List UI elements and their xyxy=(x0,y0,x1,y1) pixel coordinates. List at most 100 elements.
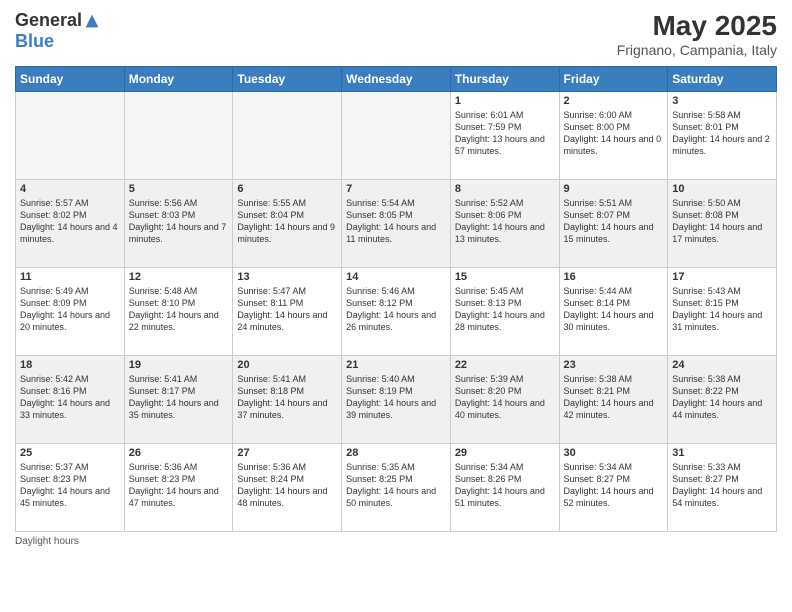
day-number: 16 xyxy=(564,271,664,283)
day-number: 22 xyxy=(455,359,555,371)
day-info: Sunrise: 5:34 AM Sunset: 8:27 PM Dayligh… xyxy=(564,461,664,510)
calendar-cell: 29Sunrise: 5:34 AM Sunset: 8:26 PM Dayli… xyxy=(450,444,559,532)
calendar-cell: 6 Sunrise: 5:55 AM Sunset: 8:04 PM Daylig… xyxy=(233,180,342,268)
day-number: 24 xyxy=(672,359,772,371)
day-info: Sunrise: 5:36 AM Sunset: 8:23 PM Dayligh… xyxy=(129,461,229,510)
col-friday: Friday xyxy=(559,67,668,92)
calendar-cell: 8 Sunrise: 5:52 AM Sunset: 8:06 PM Daylig… xyxy=(450,180,559,268)
day-info: Sunrise: 5:51 AM Sunset: 8:07 PM Dayligh… xyxy=(564,197,664,246)
day-number: 1 xyxy=(455,95,555,107)
calendar-cell xyxy=(124,92,233,180)
calendar-cell: 27 Sunrise: 5:36 AM Sunset: 8:24 PM Dayli… xyxy=(233,444,342,532)
day-info: Sunrise: 5:36 AM Sunset: 8:24 PM Dayligh… xyxy=(237,461,337,510)
day-info: Sunrise: 5:46 AM Sunset: 8:12 PM Dayligh… xyxy=(346,285,446,334)
day-info: Sunrise: 6:01 AM Sunset: 7:59 PM Dayligh… xyxy=(455,109,555,158)
calendar-week-row: 18Sunrise: 5:42 AM Sunset: 8:16 PM Dayli… xyxy=(16,356,777,444)
calendar-body: 1 Sunrise: 6:01 AM Sunset: 7:59 PM Daylig… xyxy=(16,92,777,532)
calendar-cell: 30 Sunrise: 5:34 AM Sunset: 8:27 PM Dayli… xyxy=(559,444,668,532)
day-number: 13 xyxy=(237,271,337,283)
calendar-week-row: 25 Sunrise: 5:37 AM Sunset: 8:23 PM Dayli… xyxy=(16,444,777,532)
col-tuesday: Tuesday xyxy=(233,67,342,92)
calendar-week-row: 4 Sunrise: 5:57 AM Sunset: 8:02 PM Daylig… xyxy=(16,180,777,268)
day-info: Sunrise: 5:45 AM Sunset: 8:13 PM Dayligh… xyxy=(455,285,555,334)
col-sunday: Sunday xyxy=(16,67,125,92)
day-info: Sunrise: 5:52 AM Sunset: 8:06 PM Dayligh… xyxy=(455,197,555,246)
day-info: Sunrise: 5:33 AM Sunset: 8:27 PM Dayligh… xyxy=(672,461,772,510)
page: General Blue May 2025 Frignano, Campania… xyxy=(0,0,792,612)
day-number: 8 xyxy=(455,183,555,195)
calendar-cell: 1 Sunrise: 6:01 AM Sunset: 7:59 PM Daylig… xyxy=(450,92,559,180)
col-saturday: Saturday xyxy=(668,67,777,92)
calendar-cell: 25 Sunrise: 5:37 AM Sunset: 8:23 PM Dayli… xyxy=(16,444,125,532)
day-number: 19 xyxy=(129,359,229,371)
calendar-cell: 12Sunrise: 5:48 AM Sunset: 8:10 PM Dayli… xyxy=(124,268,233,356)
calendar-cell: 4 Sunrise: 5:57 AM Sunset: 8:02 PM Daylig… xyxy=(16,180,125,268)
footer-note: Daylight hours xyxy=(15,536,777,547)
day-number: 30 xyxy=(564,447,664,459)
calendar-table: Sunday Monday Tuesday Wednesday Thursday… xyxy=(15,66,777,532)
day-info: Sunrise: 5:34 AM Sunset: 8:26 PM Dayligh… xyxy=(455,461,555,510)
day-number: 28 xyxy=(346,447,446,459)
day-info: Sunrise: 6:00 AM Sunset: 8:00 PM Dayligh… xyxy=(564,109,664,158)
day-info: Sunrise: 5:50 AM Sunset: 8:08 PM Dayligh… xyxy=(672,197,772,246)
calendar-cell: 17Sunrise: 5:43 AM Sunset: 8:15 PM Dayli… xyxy=(668,268,777,356)
day-number: 21 xyxy=(346,359,446,371)
day-number: 14 xyxy=(346,271,446,283)
calendar-week-row: 11Sunrise: 5:49 AM Sunset: 8:09 PM Dayli… xyxy=(16,268,777,356)
month-title: May 2025 xyxy=(617,10,777,42)
day-info: Sunrise: 5:38 AM Sunset: 8:21 PM Dayligh… xyxy=(564,373,664,422)
logo: General Blue xyxy=(15,10,100,52)
calendar-cell: 9 Sunrise: 5:51 AM Sunset: 8:07 PM Daylig… xyxy=(559,180,668,268)
day-number: 6 xyxy=(237,183,337,195)
day-info: Sunrise: 5:40 AM Sunset: 8:19 PM Dayligh… xyxy=(346,373,446,422)
calendar-cell: 14 Sunrise: 5:46 AM Sunset: 8:12 PM Dayli… xyxy=(342,268,451,356)
calendar-cell: 19 Sunrise: 5:41 AM Sunset: 8:17 PM Dayli… xyxy=(124,356,233,444)
calendar-cell: 31Sunrise: 5:33 AM Sunset: 8:27 PM Dayli… xyxy=(668,444,777,532)
day-info: Sunrise: 5:55 AM Sunset: 8:04 PM Dayligh… xyxy=(237,197,337,246)
calendar-cell: 24Sunrise: 5:38 AM Sunset: 8:22 PM Dayli… xyxy=(668,356,777,444)
day-info: Sunrise: 5:57 AM Sunset: 8:02 PM Dayligh… xyxy=(20,197,120,246)
calendar-cell: 21 Sunrise: 5:40 AM Sunset: 8:19 PM Dayli… xyxy=(342,356,451,444)
day-info: Sunrise: 5:47 AM Sunset: 8:11 PM Dayligh… xyxy=(237,285,337,334)
header: General Blue May 2025 Frignano, Campania… xyxy=(15,10,777,58)
calendar-cell: 13 Sunrise: 5:47 AM Sunset: 8:11 PM Dayli… xyxy=(233,268,342,356)
day-number: 4 xyxy=(20,183,120,195)
calendar-header-row: Sunday Monday Tuesday Wednesday Thursday… xyxy=(16,67,777,92)
day-number: 18 xyxy=(20,359,120,371)
calendar-cell: 10 Sunrise: 5:50 AM Sunset: 8:08 PM Dayli… xyxy=(668,180,777,268)
day-number: 26 xyxy=(129,447,229,459)
day-info: Sunrise: 5:37 AM Sunset: 8:23 PM Dayligh… xyxy=(20,461,120,510)
day-info: Sunrise: 5:39 AM Sunset: 8:20 PM Dayligh… xyxy=(455,373,555,422)
calendar-cell: 5Sunrise: 5:56 AM Sunset: 8:03 PM Daylig… xyxy=(124,180,233,268)
logo-icon xyxy=(84,13,100,29)
day-number: 25 xyxy=(20,447,120,459)
title-block: May 2025 Frignano, Campania, Italy xyxy=(617,10,777,58)
col-thursday: Thursday xyxy=(450,67,559,92)
day-info: Sunrise: 5:44 AM Sunset: 8:14 PM Dayligh… xyxy=(564,285,664,334)
day-number: 11 xyxy=(20,271,120,283)
location: Frignano, Campania, Italy xyxy=(617,42,777,58)
day-number: 27 xyxy=(237,447,337,459)
calendar-week-row: 1 Sunrise: 6:01 AM Sunset: 7:59 PM Daylig… xyxy=(16,92,777,180)
day-info: Sunrise: 5:58 AM Sunset: 8:01 PM Dayligh… xyxy=(672,109,772,158)
day-number: 5 xyxy=(129,183,229,195)
day-number: 7 xyxy=(346,183,446,195)
calendar-cell: 16 Sunrise: 5:44 AM Sunset: 8:14 PM Dayli… xyxy=(559,268,668,356)
day-info: Sunrise: 5:41 AM Sunset: 8:17 PM Dayligh… xyxy=(129,373,229,422)
col-monday: Monday xyxy=(124,67,233,92)
day-number: 23 xyxy=(564,359,664,371)
day-info: Sunrise: 5:43 AM Sunset: 8:15 PM Dayligh… xyxy=(672,285,772,334)
day-info: Sunrise: 5:35 AM Sunset: 8:25 PM Dayligh… xyxy=(346,461,446,510)
day-number: 20 xyxy=(237,359,337,371)
calendar-cell: 28 Sunrise: 5:35 AM Sunset: 8:25 PM Dayli… xyxy=(342,444,451,532)
day-info: Sunrise: 5:41 AM Sunset: 8:18 PM Dayligh… xyxy=(237,373,337,422)
day-number: 9 xyxy=(564,183,664,195)
day-number: 3 xyxy=(672,95,772,107)
calendar-cell: 3 Sunrise: 5:58 AM Sunset: 8:01 PM Daylig… xyxy=(668,92,777,180)
day-info: Sunrise: 5:54 AM Sunset: 8:05 PM Dayligh… xyxy=(346,197,446,246)
day-number: 10 xyxy=(672,183,772,195)
calendar-cell: 20 Sunrise: 5:41 AM Sunset: 8:18 PM Dayli… xyxy=(233,356,342,444)
calendar-cell: 2Sunrise: 6:00 AM Sunset: 8:00 PM Daylig… xyxy=(559,92,668,180)
calendar-cell xyxy=(342,92,451,180)
calendar-cell: 23 Sunrise: 5:38 AM Sunset: 8:21 PM Dayli… xyxy=(559,356,668,444)
